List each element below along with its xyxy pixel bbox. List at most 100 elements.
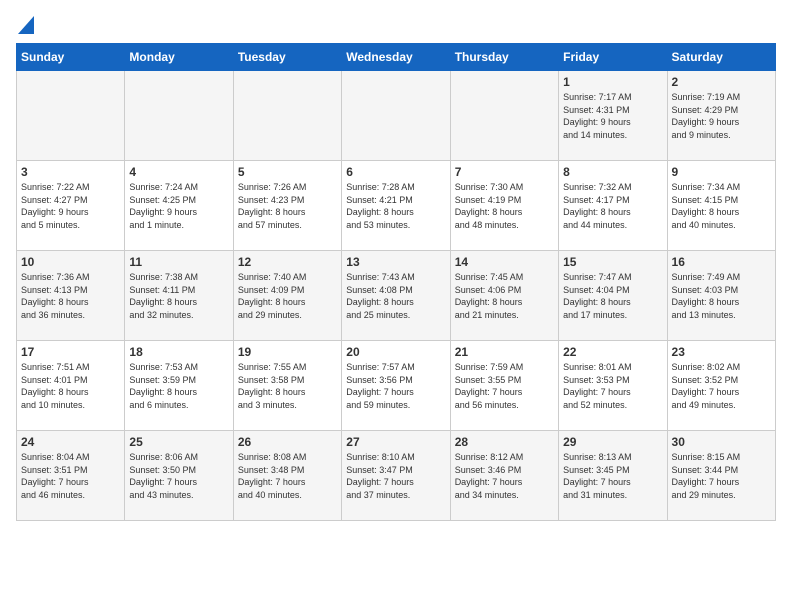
page-header bbox=[16, 16, 776, 35]
day-number: 15 bbox=[563, 255, 662, 269]
day-number: 18 bbox=[129, 345, 228, 359]
day-number: 29 bbox=[563, 435, 662, 449]
calendar-cell: 22 Sunrise: 8:01 AM Sunset: 3:53 PM Dayli… bbox=[559, 341, 667, 431]
day-info: Sunrise: 8:15 AM Sunset: 3:44 PM Dayligh… bbox=[672, 451, 771, 501]
day-info: Sunrise: 7:51 AM Sunset: 4:01 PM Dayligh… bbox=[21, 361, 120, 411]
calendar-cell bbox=[233, 71, 341, 161]
day-number: 11 bbox=[129, 255, 228, 269]
day-info: Sunrise: 7:47 AM Sunset: 4:04 PM Dayligh… bbox=[563, 271, 662, 321]
calendar-cell: 16 Sunrise: 7:49 AM Sunset: 4:03 PM Dayli… bbox=[667, 251, 775, 341]
calendar-cell: 1Sunrise: 7:17 AM Sunset: 4:31 PM Daylig… bbox=[559, 71, 667, 161]
day-info: Sunrise: 7:45 AM Sunset: 4:06 PM Dayligh… bbox=[455, 271, 554, 321]
day-number: 27 bbox=[346, 435, 445, 449]
day-number: 9 bbox=[672, 165, 771, 179]
day-number: 30 bbox=[672, 435, 771, 449]
day-number: 7 bbox=[455, 165, 554, 179]
calendar-cell: 11 Sunrise: 7:38 AM Sunset: 4:11 PM Dayli… bbox=[125, 251, 233, 341]
day-info: Sunrise: 7:32 AM Sunset: 4:17 PM Dayligh… bbox=[563, 181, 662, 231]
day-number: 3 bbox=[21, 165, 120, 179]
day-info: Sunrise: 7:49 AM Sunset: 4:03 PM Dayligh… bbox=[672, 271, 771, 321]
day-info: Sunrise: 7:30 AM Sunset: 4:19 PM Dayligh… bbox=[455, 181, 554, 231]
day-info: Sunrise: 8:06 AM Sunset: 3:50 PM Dayligh… bbox=[129, 451, 228, 501]
day-info: Sunrise: 7:40 AM Sunset: 4:09 PM Dayligh… bbox=[238, 271, 337, 321]
day-info: Sunrise: 7:38 AM Sunset: 4:11 PM Dayligh… bbox=[129, 271, 228, 321]
calendar-cell: 27 Sunrise: 8:10 AM Sunset: 3:47 PM Dayli… bbox=[342, 431, 450, 521]
calendar-cell: 12 Sunrise: 7:40 AM Sunset: 4:09 PM Dayli… bbox=[233, 251, 341, 341]
calendar-cell: 10Sunrise: 7:36 AM Sunset: 4:13 PM Dayli… bbox=[17, 251, 125, 341]
weekday-header-saturday: Saturday bbox=[667, 44, 775, 71]
day-number: 22 bbox=[563, 345, 662, 359]
day-number: 14 bbox=[455, 255, 554, 269]
day-info: Sunrise: 8:01 AM Sunset: 3:53 PM Dayligh… bbox=[563, 361, 662, 411]
day-number: 20 bbox=[346, 345, 445, 359]
weekday-header-thursday: Thursday bbox=[450, 44, 558, 71]
day-info: Sunrise: 7:28 AM Sunset: 4:21 PM Dayligh… bbox=[346, 181, 445, 231]
calendar-week-row: 1Sunrise: 7:17 AM Sunset: 4:31 PM Daylig… bbox=[17, 71, 776, 161]
calendar-cell bbox=[342, 71, 450, 161]
calendar-cell bbox=[125, 71, 233, 161]
day-number: 17 bbox=[21, 345, 120, 359]
calendar-cell: 17 Sunrise: 7:51 AM Sunset: 4:01 PM Dayli… bbox=[17, 341, 125, 431]
logo bbox=[16, 16, 34, 35]
day-info: Sunrise: 8:08 AM Sunset: 3:48 PM Dayligh… bbox=[238, 451, 337, 501]
day-info: Sunrise: 7:36 AM Sunset: 4:13 PM Dayligh… bbox=[21, 271, 120, 321]
day-number: 6 bbox=[346, 165, 445, 179]
calendar-cell: 28 Sunrise: 8:12 AM Sunset: 3:46 PM Dayli… bbox=[450, 431, 558, 521]
day-number: 24 bbox=[21, 435, 120, 449]
calendar-cell: 30 Sunrise: 8:15 AM Sunset: 3:44 PM Dayli… bbox=[667, 431, 775, 521]
day-number: 4 bbox=[129, 165, 228, 179]
calendar-cell: 7 Sunrise: 7:30 AM Sunset: 4:19 PM Daylig… bbox=[450, 161, 558, 251]
calendar-cell: 6 Sunrise: 7:28 AM Sunset: 4:21 PM Daylig… bbox=[342, 161, 450, 251]
calendar-cell: 15 Sunrise: 7:47 AM Sunset: 4:04 PM Dayli… bbox=[559, 251, 667, 341]
calendar-cell: 9 Sunrise: 7:34 AM Sunset: 4:15 PM Daylig… bbox=[667, 161, 775, 251]
calendar-cell: 14 Sunrise: 7:45 AM Sunset: 4:06 PM Dayli… bbox=[450, 251, 558, 341]
day-info: Sunrise: 7:17 AM Sunset: 4:31 PM Dayligh… bbox=[563, 91, 662, 141]
day-info: Sunrise: 7:24 AM Sunset: 4:25 PM Dayligh… bbox=[129, 181, 228, 231]
weekday-header-tuesday: Tuesday bbox=[233, 44, 341, 71]
day-info: Sunrise: 7:26 AM Sunset: 4:23 PM Dayligh… bbox=[238, 181, 337, 231]
weekday-header-wednesday: Wednesday bbox=[342, 44, 450, 71]
calendar-cell: 26 Sunrise: 8:08 AM Sunset: 3:48 PM Dayli… bbox=[233, 431, 341, 521]
calendar-cell: 4 Sunrise: 7:24 AM Sunset: 4:25 PM Daylig… bbox=[125, 161, 233, 251]
calendar-cell: 21Sunrise: 7:59 AM Sunset: 3:55 PM Dayli… bbox=[450, 341, 558, 431]
day-number: 16 bbox=[672, 255, 771, 269]
day-info: Sunrise: 7:22 AM Sunset: 4:27 PM Dayligh… bbox=[21, 181, 120, 231]
calendar-cell: 13Sunrise: 7:43 AM Sunset: 4:08 PM Dayli… bbox=[342, 251, 450, 341]
calendar-cell bbox=[450, 71, 558, 161]
day-info: Sunrise: 8:10 AM Sunset: 3:47 PM Dayligh… bbox=[346, 451, 445, 501]
calendar-cell: 8 Sunrise: 7:32 AM Sunset: 4:17 PM Daylig… bbox=[559, 161, 667, 251]
day-info: Sunrise: 7:19 AM Sunset: 4:29 PM Dayligh… bbox=[672, 91, 771, 141]
calendar-table: SundayMondayTuesdayWednesdayThursdayFrid… bbox=[16, 43, 776, 521]
day-info: Sunrise: 8:13 AM Sunset: 3:45 PM Dayligh… bbox=[563, 451, 662, 501]
logo-triangle-icon bbox=[18, 16, 34, 34]
calendar-cell: 2 Sunrise: 7:19 AM Sunset: 4:29 PM Daylig… bbox=[667, 71, 775, 161]
calendar-week-row: 3 Sunrise: 7:22 AM Sunset: 4:27 PM Daylig… bbox=[17, 161, 776, 251]
weekday-header-friday: Friday bbox=[559, 44, 667, 71]
day-info: Sunrise: 8:12 AM Sunset: 3:46 PM Dayligh… bbox=[455, 451, 554, 501]
day-number: 12 bbox=[238, 255, 337, 269]
day-info: Sunrise: 7:57 AM Sunset: 3:56 PM Dayligh… bbox=[346, 361, 445, 411]
calendar-week-row: 10Sunrise: 7:36 AM Sunset: 4:13 PM Dayli… bbox=[17, 251, 776, 341]
day-info: Sunrise: 7:34 AM Sunset: 4:15 PM Dayligh… bbox=[672, 181, 771, 231]
day-info: Sunrise: 8:04 AM Sunset: 3:51 PM Dayligh… bbox=[21, 451, 120, 501]
day-info: Sunrise: 8:02 AM Sunset: 3:52 PM Dayligh… bbox=[672, 361, 771, 411]
calendar-cell: 24 Sunrise: 8:04 AM Sunset: 3:51 PM Dayli… bbox=[17, 431, 125, 521]
calendar-cell: 25Sunrise: 8:06 AM Sunset: 3:50 PM Dayli… bbox=[125, 431, 233, 521]
day-number: 23 bbox=[672, 345, 771, 359]
day-info: Sunrise: 7:55 AM Sunset: 3:58 PM Dayligh… bbox=[238, 361, 337, 411]
weekday-header-row: SundayMondayTuesdayWednesdayThursdayFrid… bbox=[17, 44, 776, 71]
day-number: 28 bbox=[455, 435, 554, 449]
day-number: 8 bbox=[563, 165, 662, 179]
calendar-cell bbox=[17, 71, 125, 161]
day-number: 26 bbox=[238, 435, 337, 449]
day-info: Sunrise: 7:43 AM Sunset: 4:08 PM Dayligh… bbox=[346, 271, 445, 321]
day-info: Sunrise: 7:53 AM Sunset: 3:59 PM Dayligh… bbox=[129, 361, 228, 411]
calendar-cell: 23 Sunrise: 8:02 AM Sunset: 3:52 PM Dayli… bbox=[667, 341, 775, 431]
day-number: 2 bbox=[672, 75, 771, 89]
day-number: 19 bbox=[238, 345, 337, 359]
calendar-week-row: 17 Sunrise: 7:51 AM Sunset: 4:01 PM Dayli… bbox=[17, 341, 776, 431]
weekday-header-monday: Monday bbox=[125, 44, 233, 71]
calendar-cell: 20 Sunrise: 7:57 AM Sunset: 3:56 PM Dayli… bbox=[342, 341, 450, 431]
weekday-header-sunday: Sunday bbox=[17, 44, 125, 71]
calendar-cell: 3 Sunrise: 7:22 AM Sunset: 4:27 PM Daylig… bbox=[17, 161, 125, 251]
